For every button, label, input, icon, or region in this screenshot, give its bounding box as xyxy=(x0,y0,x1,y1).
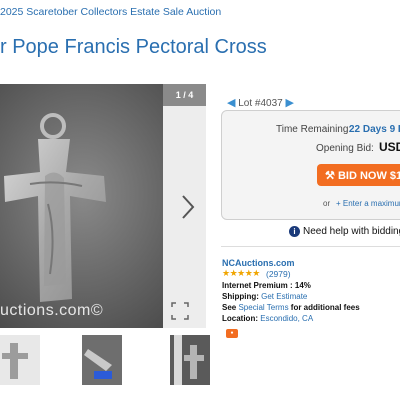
internet-premium: Internet Premium : 14% xyxy=(222,281,311,290)
location-row: Location: Escondido, CA xyxy=(222,314,313,323)
max-bid-link[interactable]: + Enter a maximum xyxy=(336,199,400,208)
rating-stars: ★★★★★ xyxy=(222,268,260,278)
page-title: r Pope Francis Pectoral Cross xyxy=(0,36,267,58)
thumbnail-3[interactable] xyxy=(170,335,210,385)
help-text: Need help with bidding xyxy=(303,226,400,237)
internet-premium-text: Internet Premium : 14% xyxy=(222,281,311,290)
see-label: See xyxy=(222,303,237,312)
image-counter: 1 / 4 xyxy=(163,84,206,106)
location-label: Location: xyxy=(222,314,258,323)
chevron-right-icon[interactable] xyxy=(178,193,198,221)
bid-now-button[interactable]: ⚒ BID NOW $1 xyxy=(317,164,400,186)
thumbnail-1[interactable] xyxy=(0,335,40,385)
special-terms-link[interactable]: Special Terms xyxy=(238,303,288,312)
arrow-left-icon[interactable]: ◀ xyxy=(227,97,235,109)
location-value: Escondido, CA xyxy=(260,314,314,323)
seller-badge-icon: ● xyxy=(226,329,238,338)
shipping-row: Shipping: Get Estimate xyxy=(222,292,307,301)
terms-suffix: for additional fees xyxy=(290,303,360,312)
lot-number: Lot #4037 xyxy=(238,98,283,109)
shipping-label: Shipping: xyxy=(222,292,259,301)
info-icon: i xyxy=(289,226,300,237)
terms-row: See Special Terms for additional fees xyxy=(222,303,360,312)
bid-now-label: BID NOW $1 xyxy=(337,170,400,182)
opening-bid-label: Opening Bid: xyxy=(316,143,374,154)
help-link[interactable]: i Need help with bidding xyxy=(289,226,400,237)
thumbnail-2[interactable] xyxy=(82,335,122,385)
watermark: uctions.com© xyxy=(0,302,104,319)
arrow-right-icon[interactable]: ▶ xyxy=(286,97,294,109)
shipping-estimate-link[interactable]: Get Estimate xyxy=(261,292,307,301)
opening-bid-value: USD xyxy=(379,140,400,154)
or-label: or xyxy=(323,199,331,208)
lot-nav: ◀ Lot #4037 ▶ xyxy=(227,96,294,109)
gavel-icon: ⚒ xyxy=(325,170,335,182)
breadcrumb[interactable]: 2025 Scaretober Collectors Estate Sale A… xyxy=(0,6,221,18)
seller-name[interactable]: NCAuctions.com xyxy=(222,258,295,268)
time-remaining-value: 22 Days 9 H xyxy=(349,124,400,135)
divider xyxy=(221,246,400,247)
expand-icon[interactable] xyxy=(171,302,189,320)
review-count[interactable]: (2979) xyxy=(266,269,291,279)
time-remaining-label: Time Remaining: xyxy=(276,124,352,135)
